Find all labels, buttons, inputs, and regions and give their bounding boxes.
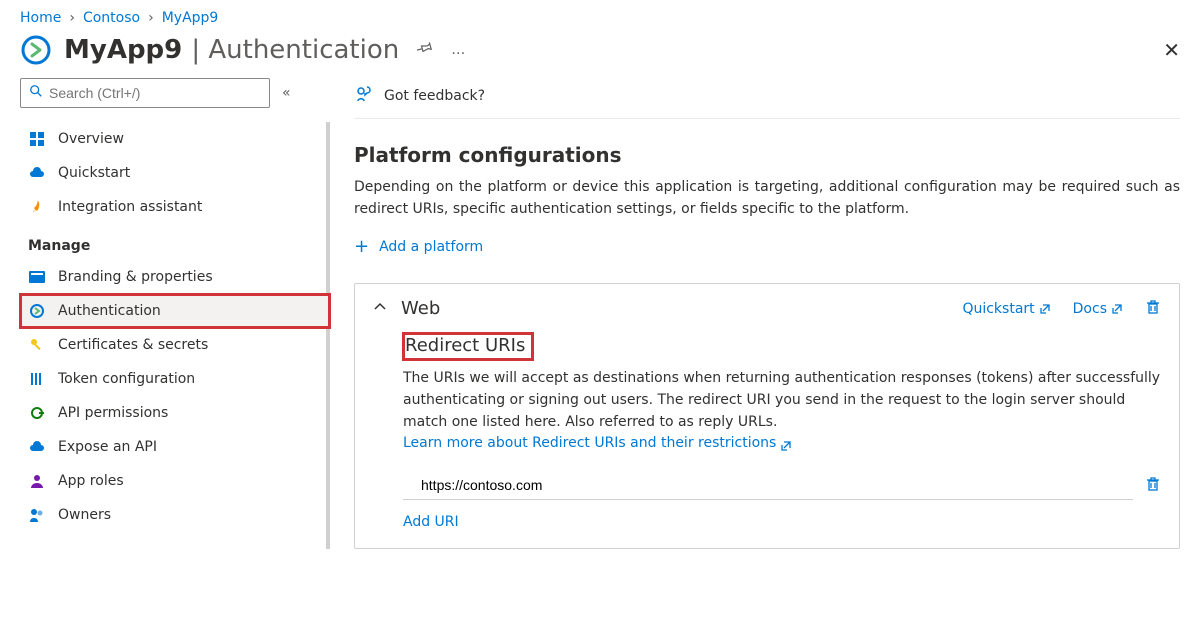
breadcrumb-home[interactable]: Home: [20, 10, 61, 26]
feedback-icon: [354, 84, 374, 108]
platform-configurations-section: Platform configurations Depending on the…: [354, 119, 1180, 549]
pin-icon[interactable]: [417, 40, 433, 60]
platform-web-title: Web: [401, 298, 440, 319]
close-icon[interactable]: ✕: [1163, 38, 1180, 62]
page-header: MyApp9 | Authentication … ✕: [0, 30, 1200, 78]
sidebar-item-authentication[interactable]: Authentication: [20, 294, 330, 328]
add-platform-button[interactable]: + Add a platform: [354, 220, 1180, 273]
collapse-sidebar-icon[interactable]: «: [282, 85, 291, 101]
chevron-up-icon[interactable]: [373, 300, 387, 318]
redirect-uri-row: [403, 471, 1161, 500]
sidebar-item-api-permissions[interactable]: API permissions: [20, 396, 330, 430]
add-platform-label: Add a platform: [379, 239, 483, 255]
redirect-uris-description: The URIs we will accept as destinations …: [403, 368, 1161, 455]
app-roles-icon: [28, 473, 46, 489]
breadcrumb-app[interactable]: MyApp9: [162, 10, 219, 26]
sidebar-item-label: Branding & properties: [58, 269, 213, 285]
docs-link[interactable]: Docs: [1073, 301, 1123, 317]
platform-config-description: Depending on the platform or device this…: [354, 177, 1180, 220]
sidebar: « Overview Quickstart Integration assist…: [20, 78, 330, 549]
redirect-uris-heading: Redirect URIs: [403, 333, 533, 360]
sidebar-item-label: App roles: [58, 473, 124, 489]
more-icon[interactable]: …: [451, 42, 467, 58]
sidebar-item-label: Authentication: [58, 303, 161, 319]
sidebar-item-quickstart[interactable]: Quickstart: [20, 156, 330, 190]
platform-config-heading: Platform configurations: [354, 143, 1180, 167]
external-link-icon: [1039, 303, 1051, 315]
sidebar-item-overview[interactable]: Overview: [20, 122, 330, 156]
sidebar-item-label: Token configuration: [58, 371, 195, 387]
breadcrumb: Home › Contoso › MyApp9: [0, 0, 1200, 30]
delete-platform-icon[interactable]: [1145, 299, 1161, 319]
learn-more-link[interactable]: Learn more about Redirect URIs and their…: [403, 433, 792, 455]
quickstart-link[interactable]: Quickstart: [962, 301, 1050, 317]
add-uri-link[interactable]: Add URI: [403, 514, 459, 530]
sidebar-item-owners[interactable]: Owners: [20, 498, 330, 532]
sidebar-item-label: Owners: [58, 507, 111, 523]
sidebar-item-label: Certificates & secrets: [58, 337, 208, 353]
overview-icon: [28, 131, 46, 147]
sidebar-item-token-config[interactable]: Token configuration: [20, 362, 330, 396]
api-permissions-icon: [28, 405, 46, 421]
main-content: Got feedback? Platform configurations De…: [354, 78, 1200, 549]
sidebar-item-branding[interactable]: Branding & properties: [20, 260, 330, 294]
card-header: Web Quickstart Docs: [373, 298, 1161, 319]
external-link-icon: [1111, 303, 1123, 315]
chevron-right-icon: ›: [69, 10, 75, 26]
sidebar-section-manage: Manage: [20, 224, 330, 260]
search-icon: [29, 84, 43, 102]
sidebar-item-expose-api[interactable]: Expose an API: [20, 430, 330, 464]
chevron-right-icon: ›: [148, 10, 154, 26]
branding-icon: [28, 271, 46, 283]
plus-icon: +: [354, 236, 369, 257]
expose-api-icon: [28, 441, 46, 453]
sidebar-item-label: Expose an API: [58, 439, 157, 455]
breadcrumb-tenant[interactable]: Contoso: [83, 10, 140, 26]
sidebar-item-app-roles[interactable]: App roles: [20, 464, 330, 498]
external-link-icon: [780, 438, 792, 450]
key-icon: [28, 337, 46, 353]
token-icon: [28, 371, 46, 387]
search-input[interactable]: [49, 85, 261, 101]
app-registration-icon: [20, 34, 52, 66]
sidebar-item-label: Overview: [58, 131, 124, 147]
sidebar-item-label: Integration assistant: [58, 199, 202, 215]
sidebar-item-certificates[interactable]: Certificates & secrets: [20, 328, 330, 362]
search-input-wrapper[interactable]: [20, 78, 270, 108]
auth-icon: [28, 303, 46, 319]
owners-icon: [28, 507, 46, 523]
platform-card-web: Web Quickstart Docs: [354, 283, 1180, 549]
rocket-icon: [28, 199, 46, 215]
page-title: MyApp9 | Authentication: [64, 35, 399, 65]
redirect-uri-input[interactable]: [403, 471, 1133, 500]
header-actions: …: [417, 40, 467, 60]
sidebar-item-label: API permissions: [58, 405, 168, 421]
feedback-button[interactable]: Got feedback?: [384, 88, 485, 104]
cloud-icon: [28, 167, 46, 179]
toolbar: Got feedback?: [354, 78, 1180, 119]
sidebar-item-integration[interactable]: Integration assistant: [20, 190, 330, 224]
delete-uri-icon[interactable]: [1145, 476, 1161, 496]
sidebar-item-label: Quickstart: [58, 165, 130, 181]
